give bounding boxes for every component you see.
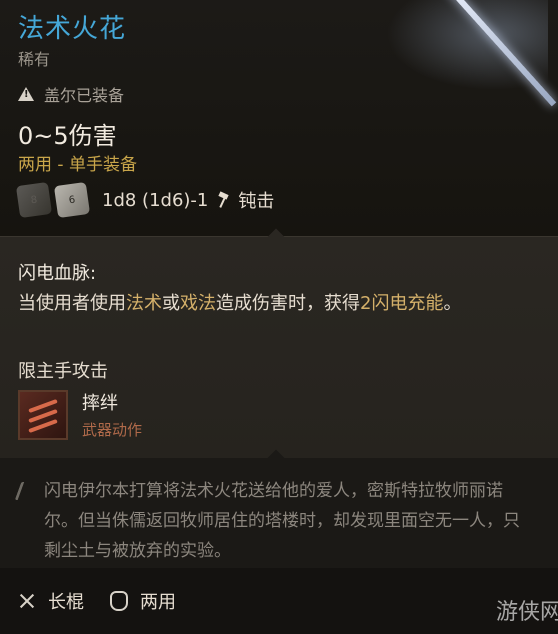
dice-formula: 1d8 (1d6)-1 [102,189,209,211]
item-art [378,0,558,120]
tooltip-header: 法术火花 稀有 盖尔已装备 0~5伤害 两用 - 单手装备 8 6 1d8 (1… [0,0,558,236]
watermark: 游侠网 [495,600,558,625]
hand-icon [110,591,128,611]
item-tooltip: 法术火花 稀有 盖尔已装备 0~5伤害 两用 - 单手装备 8 6 1d8 (1… [0,0,558,634]
desc-text: 或 [162,293,180,314]
handedness: 两用 [140,592,176,613]
quarterstaff-icon [18,592,36,610]
art-glow [378,0,548,100]
action-type: 武器动作 [82,421,143,439]
desc-text: 当使用者使用 [18,293,126,314]
equipped-by-label: 盖尔已装备 [44,86,125,105]
damage-type: 钝击 [238,191,275,212]
hand-usage: 两用 - 单手装备 [18,155,137,175]
keyword-cantrip[interactable]: 戏法 [180,293,216,314]
tooltip-footer: 长棍 两用 游侠网 [0,568,558,634]
desc-text: 。 [443,293,462,314]
quill-icon [14,482,37,500]
topple-action-icon[interactable] [18,389,68,440]
action-name: 摔绊 [82,393,118,414]
passive-description: 当使用者使用法术或戏法造成伤害时，获得2闪电充能。 [18,289,518,319]
action-text: 摔绊 武器动作 [82,389,142,440]
item-name: 法术火花 [18,14,127,44]
restriction-label: 限主手攻击 [18,361,108,382]
d6-die-icon: 6 [53,181,91,219]
dice-row: 8 6 1d8 (1d6)-1 钝击 [15,181,275,219]
keyword-lightning-charge[interactable]: 2闪电充能 [360,293,443,314]
keyword-spell[interactable]: 法术 [126,293,162,314]
equipped-status: 盖尔已装备 [18,82,124,106]
passive-title: 闪电血脉: [18,263,97,284]
warning-icon [18,87,34,101]
weapon-action[interactable]: 摔绊 武器动作 [18,389,142,440]
lore-text: 闪电伊尔本打算将法术火花送给他的爱人，密斯特拉牧师丽诺尔。但当侏儒返回牧师居住的… [44,481,520,561]
weapon-type: 长棍 [48,592,84,613]
desc-text: 造成伤害时，获得 [216,293,360,314]
passive-section: 闪电血脉: 当使用者使用法术或戏法造成伤害时，获得2闪电充能。 限主手攻击 摔绊… [0,228,558,459]
damage-range: 0~5伤害 [18,122,117,150]
lore-section: 闪电伊尔本打算将法术火花送给他的爱人，密斯特拉牧师丽诺尔。但当侏儒返回牧师居住的… [0,449,558,568]
d8-die-icon: 8 [15,181,53,219]
blunt-hammer-icon [216,192,230,208]
item-rarity: 稀有 [18,50,51,69]
